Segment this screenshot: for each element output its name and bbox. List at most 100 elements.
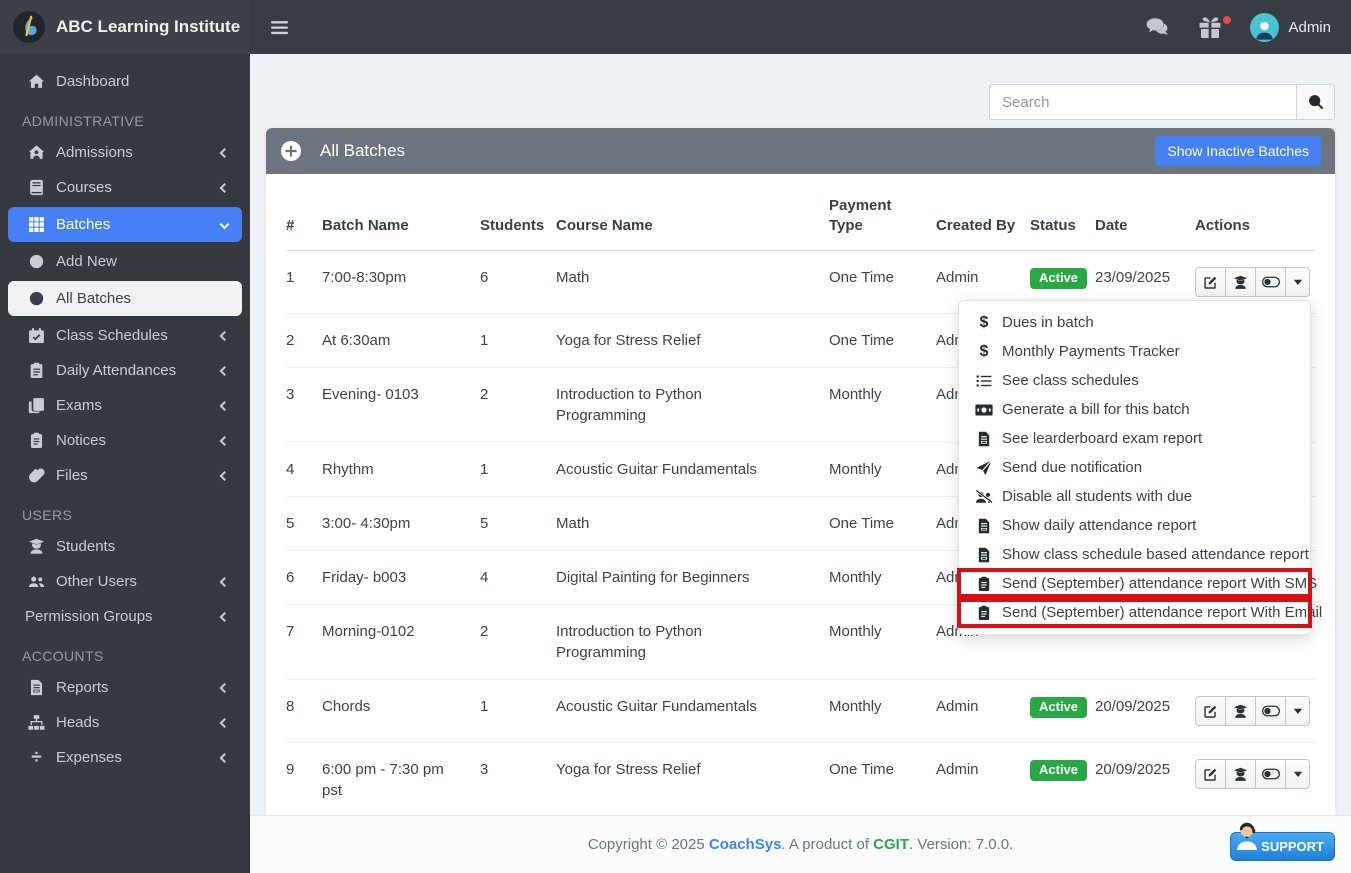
file-invoice-icon: [975, 547, 993, 563]
sidebar-item-students[interactable]: Students: [0, 529, 250, 564]
sidebar-item-notices[interactable]: Notices: [0, 423, 250, 458]
brand: ABC Learning Institute: [0, 0, 250, 54]
sidebar-item-reports[interactable]: Reports: [0, 670, 250, 705]
chevron-left-icon: [220, 183, 230, 193]
menu-item-dues-in-batch[interactable]: $ Dues in batch: [959, 308, 1310, 337]
status-badge: Active: [1030, 268, 1087, 289]
row-actions: [1195, 267, 1310, 297]
sidebar-item-all-batches[interactable]: All Batches: [8, 281, 242, 316]
menu-item-leaderboard-exam-report[interactable]: See learderboard exam report: [959, 424, 1310, 453]
toggle-status-button[interactable]: [1255, 267, 1286, 297]
show-inactive-batches-button[interactable]: Show Inactive Batches: [1155, 136, 1321, 166]
cgit-link[interactable]: CGIT: [873, 836, 909, 853]
menu-item-monthly-payments-tracker[interactable]: $ Monthly Payments Tracker: [959, 337, 1310, 366]
toggle-status-button[interactable]: [1255, 696, 1286, 726]
table-row: 9 6:00 pm - 7:30 pm pst 3 Yoga for Stres…: [286, 743, 1316, 818]
menu-item-send-attendance-report-sms[interactable]: Send (September) attendance report With …: [959, 569, 1310, 598]
chevron-left-icon: [220, 612, 230, 622]
sidebar-toggle-button[interactable]: [258, 7, 300, 47]
search-icon: [1308, 94, 1324, 110]
home-icon: [28, 73, 45, 90]
more-actions-dropdown-toggle[interactable]: [1285, 696, 1310, 726]
sidebar-item-expenses[interactable]: ÷ Expenses: [0, 740, 250, 775]
col-header-course-name: Course Name: [556, 174, 829, 251]
sidebar-item-heads[interactable]: Heads: [0, 705, 250, 740]
edit-batch-button[interactable]: [1195, 696, 1226, 726]
sidebar-item-permission-groups[interactable]: Permission Groups: [0, 599, 250, 634]
menu-item-daily-attendance-report[interactable]: Show daily attendance report: [959, 511, 1310, 540]
col-header-num: #: [286, 174, 322, 251]
more-actions-dropdown-toggle[interactable]: [1285, 267, 1310, 297]
menu-item-see-class-schedules[interactable]: See class schedules: [959, 366, 1310, 395]
menu-item-generate-bill[interactable]: Generate a bill for this batch: [959, 395, 1310, 424]
sidebar-item-admissions[interactable]: Admissions: [0, 135, 250, 170]
table-row: 8 Chords 1 Acoustic Guitar Fundamentals …: [286, 680, 1316, 743]
dollar-icon: $: [975, 344, 993, 360]
user-graduate-icon: [28, 538, 45, 555]
edit-batch-button[interactable]: [1195, 267, 1226, 297]
edit-icon: [1203, 275, 1218, 290]
grid-icon: [28, 216, 45, 233]
chevron-left-icon: [220, 436, 230, 446]
clipboard-icon: [975, 576, 993, 592]
user-name: Admin: [1288, 19, 1331, 36]
copyright-text: Copyright © 2025 CoachSys. A product of …: [588, 836, 1013, 853]
search-bar: [266, 84, 1335, 120]
circle-icon: [28, 253, 45, 270]
sidebar-item-daily-attendances[interactable]: Daily Attendances: [0, 353, 250, 388]
add-batch-button[interactable]: [280, 140, 302, 162]
rewards-button[interactable]: [1198, 15, 1222, 39]
batch-students-button[interactable]: [1225, 759, 1256, 789]
brand-title: ABC Learning Institute: [56, 17, 240, 37]
users-icon: [28, 573, 45, 590]
menu-item-class-schedule-attendance-report[interactable]: Show class schedule based attendance rep…: [959, 540, 1310, 569]
chat-icon: [1146, 15, 1170, 39]
sidebar-item-batches[interactable]: Batches: [8, 207, 242, 242]
sidebar-item-courses[interactable]: Courses: [0, 170, 250, 205]
plus-circle-icon: [280, 140, 302, 162]
more-actions-dropdown-toggle[interactable]: [1285, 759, 1310, 789]
sidebar-section-accounts: ACCOUNTS: [0, 634, 250, 670]
search-button[interactable]: [1296, 84, 1335, 120]
avatar: [1250, 13, 1279, 42]
coachsys-link[interactable]: CoachSys: [709, 836, 782, 853]
sidebar-item-class-schedules[interactable]: Class Schedules: [0, 318, 250, 353]
toggle-status-button[interactable]: [1255, 759, 1286, 789]
sidebar-item-exams[interactable]: Exams: [0, 388, 250, 423]
user-menu[interactable]: Admin: [1250, 13, 1331, 42]
edit-icon: [1203, 704, 1218, 719]
file-invoice-icon: [975, 431, 993, 447]
sidebar: Dashboard ADMINISTRATIVE Admissions Cour…: [0, 54, 250, 873]
book-icon: [28, 179, 45, 196]
users-slash-icon: [975, 489, 993, 505]
edit-batch-button[interactable]: [1195, 759, 1226, 789]
col-header-actions: Actions: [1195, 174, 1316, 251]
notification-dot: [1223, 16, 1231, 24]
menu-item-send-attendance-report-email[interactable]: Send (September) attendance report With …: [959, 598, 1310, 627]
sidebar-item-dashboard[interactable]: Dashboard: [0, 64, 250, 99]
status-badge: Active: [1030, 697, 1087, 718]
admissions-icon: [28, 144, 45, 161]
batch-students-button[interactable]: [1225, 267, 1256, 297]
panel-header: All Batches Show Inactive Batches: [266, 128, 1335, 174]
chevron-left-icon: [220, 718, 230, 728]
file-invoice-icon: [975, 518, 993, 534]
sidebar-item-other-users[interactable]: Other Users: [0, 564, 250, 599]
support-button[interactable]: SUPPORT: [1230, 832, 1335, 861]
menu-item-disable-students-with-due[interactable]: Disable all students with due: [959, 482, 1310, 511]
sidebar-item-add-new[interactable]: Add New: [0, 244, 250, 279]
row-actions: [1195, 696, 1310, 726]
col-header-batch-name: Batch Name: [322, 174, 480, 251]
toggle-icon: [1262, 705, 1280, 717]
dollar-icon: $: [975, 315, 993, 331]
search-input[interactable]: [989, 84, 1296, 120]
clipboard-icon: [975, 605, 993, 621]
toggle-icon: [1262, 276, 1280, 288]
menu-item-send-due-notification[interactable]: Send due notification: [959, 453, 1310, 482]
sidebar-item-files[interactable]: Files: [0, 458, 250, 493]
caret-down-icon: [1293, 277, 1303, 287]
col-header-date: Date: [1095, 174, 1195, 251]
batch-students-button[interactable]: [1225, 696, 1256, 726]
chevron-down-icon: [220, 219, 230, 229]
messages-button[interactable]: [1146, 15, 1170, 39]
